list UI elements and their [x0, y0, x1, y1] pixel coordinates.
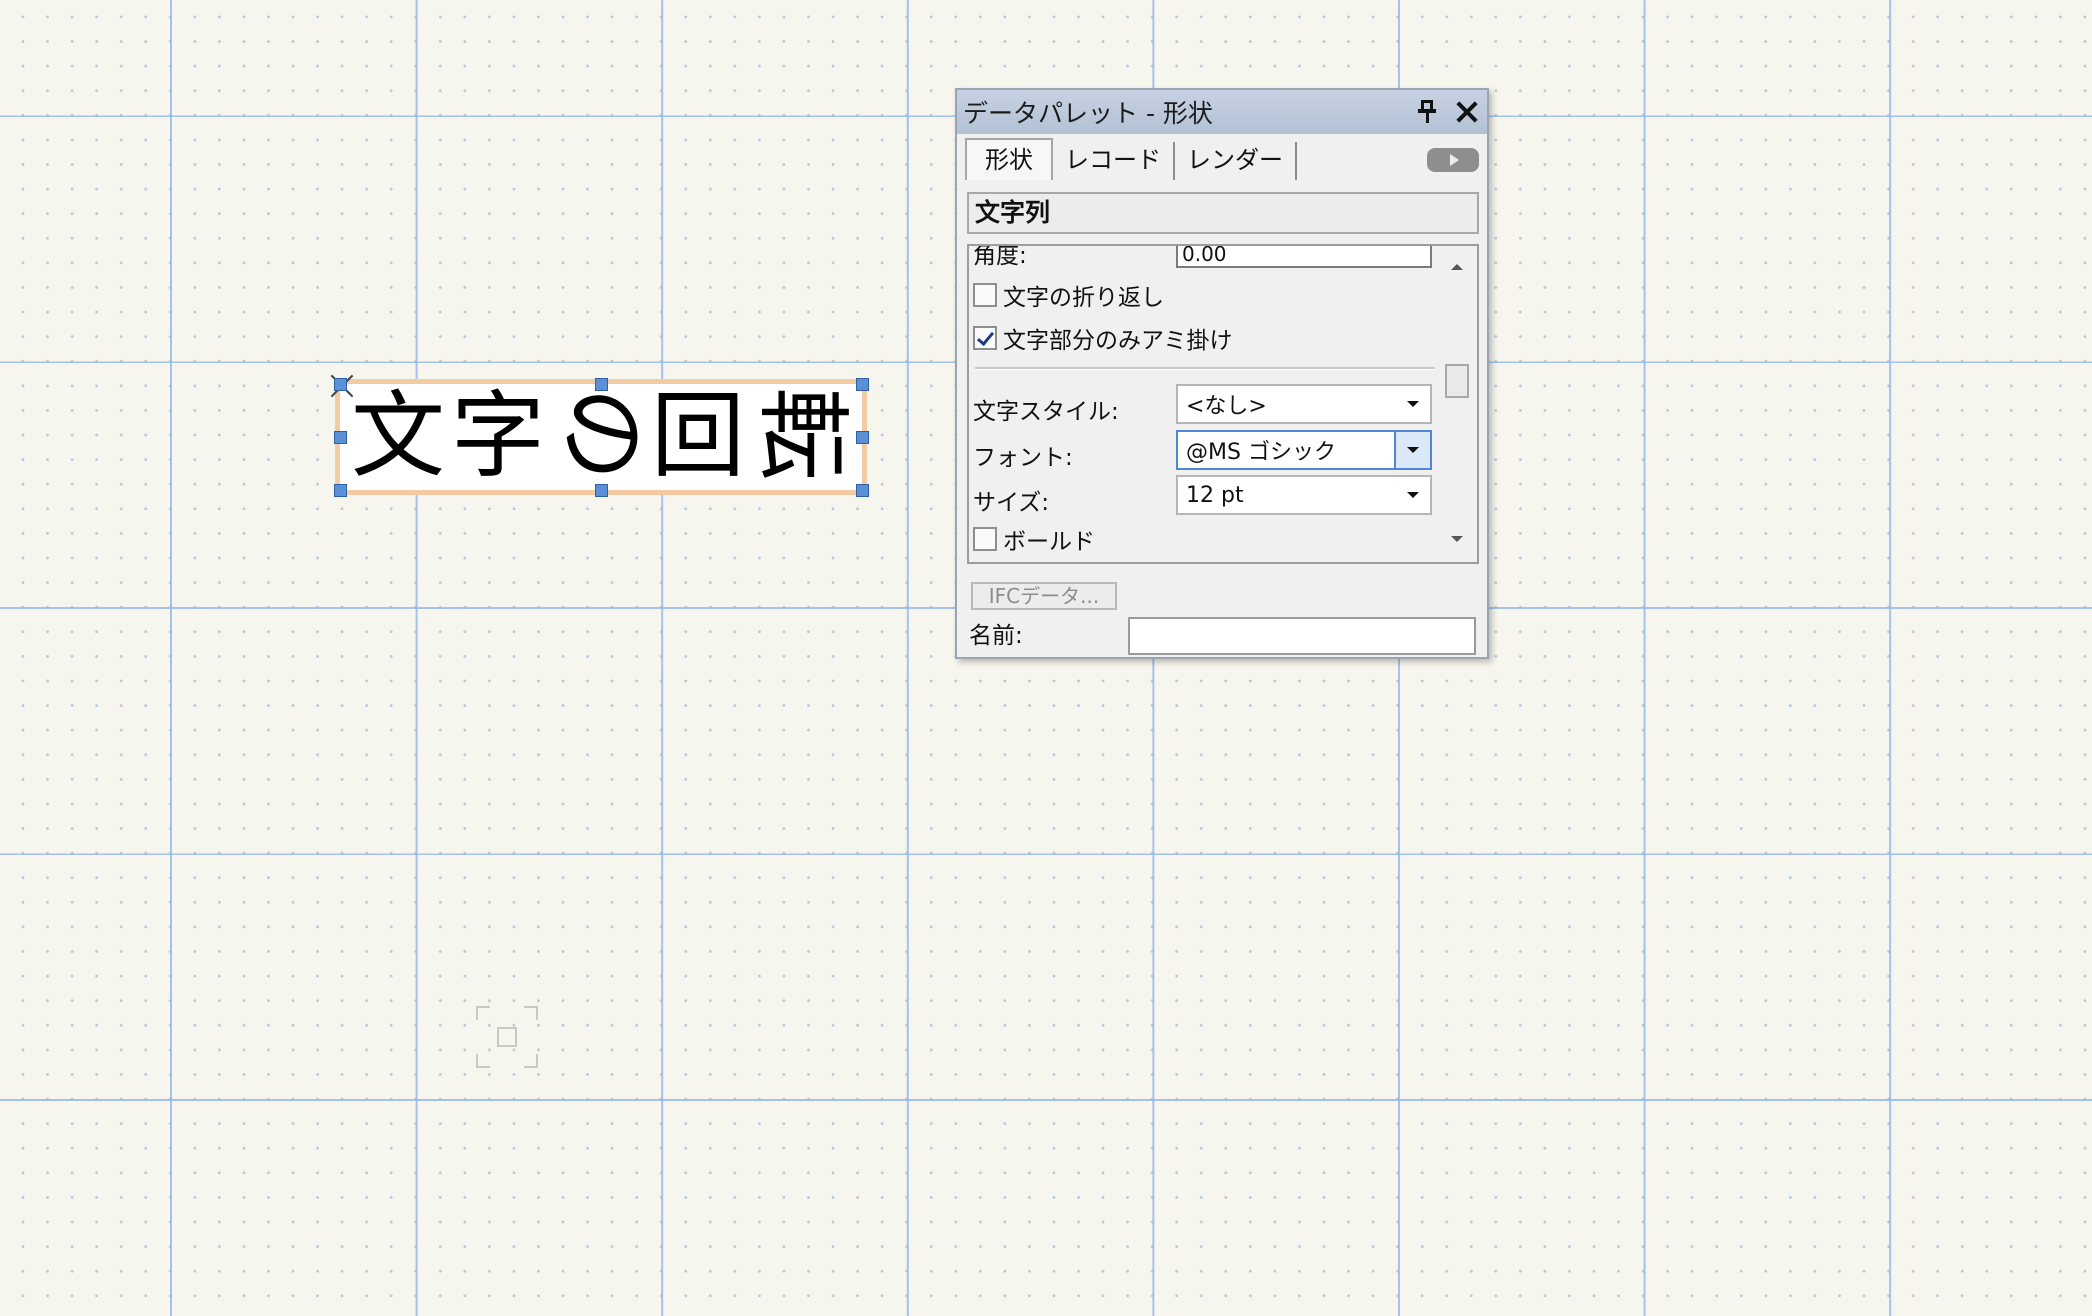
- text-char: 文: [350, 382, 451, 491]
- divider: [975, 367, 1435, 370]
- pin-button[interactable]: [1407, 92, 1447, 132]
- size-label: サイズ:: [973, 490, 1050, 516]
- vertical-scrollbar[interactable]: [1439, 246, 1477, 562]
- tab-shape[interactable]: 形状: [965, 138, 1053, 180]
- font-value: @MS ゴシック: [1186, 440, 1336, 465]
- text-char: 字: [450, 382, 551, 491]
- hatch-text-checkbox-row[interactable]: 文字部分のみアミ掛け: [973, 321, 1233, 355]
- rotated-text-object[interactable]: 文字の回転: [335, 379, 867, 495]
- scrollbar-thumb[interactable]: [1445, 364, 1469, 398]
- font-select[interactable]: @MS ゴシック: [1176, 430, 1432, 470]
- data-palette[interactable]: データパレット - 形状 形状 レコード レンダー 文字列 角度: 0.00 文…: [955, 88, 1489, 659]
- selection-handle-bottom[interactable]: [595, 484, 608, 497]
- properties-scroll-area[interactable]: 角度: 0.00 文字の折り返し 文字部分のみアミ掛け 文字スタイル: <なし>…: [967, 244, 1479, 564]
- hatch-text-label: 文字部分のみアミ掛け: [1003, 328, 1233, 354]
- size-select[interactable]: 12 pt: [1176, 475, 1432, 515]
- selection-handle-top-right[interactable]: [856, 378, 869, 391]
- selection-handle-bottom-right[interactable]: [856, 484, 869, 497]
- close-button[interactable]: [1447, 92, 1487, 132]
- text-style-value: <なし>: [1186, 394, 1267, 419]
- wrap-text-label: 文字の折り返し: [1003, 285, 1164, 311]
- palette-titlebar[interactable]: データパレット - 形状: [957, 90, 1487, 134]
- bold-checkbox[interactable]: [973, 527, 997, 551]
- text-style-select[interactable]: <なし>: [1176, 384, 1432, 424]
- angle-field[interactable]: 0.00: [1176, 246, 1432, 268]
- ifc-data-button[interactable]: IFCデータ...: [971, 582, 1117, 610]
- close-icon: [1456, 101, 1478, 123]
- palette-title: データパレット - 形状: [963, 99, 1213, 128]
- text-char: 転: [747, 386, 857, 488]
- tab-record[interactable]: レコード: [1053, 142, 1175, 180]
- chevron-down-icon[interactable]: [1394, 432, 1430, 468]
- scroll-down-icon[interactable]: [1451, 536, 1463, 542]
- size-value: 12 pt: [1186, 482, 1244, 508]
- bold-label: ボールド: [1003, 529, 1095, 555]
- name-field[interactable]: [1128, 617, 1476, 655]
- font-label: フォント:: [973, 445, 1073, 471]
- name-label: 名前:: [969, 623, 1023, 649]
- hatch-text-checkbox[interactable]: [973, 326, 997, 350]
- selection-handle-right[interactable]: [856, 431, 869, 444]
- angle-label: 角度:: [973, 244, 1027, 269]
- text-object-content: 文字の回転: [350, 382, 857, 491]
- selection-handle-top-left[interactable]: [334, 378, 347, 391]
- expand-arrow-button[interactable]: [1427, 148, 1479, 172]
- text-style-label: 文字スタイル:: [973, 399, 1119, 425]
- scroll-up-icon[interactable]: [1451, 264, 1463, 270]
- bold-checkbox-row[interactable]: ボールド: [973, 522, 1095, 556]
- selection-handle-top[interactable]: [595, 378, 608, 391]
- tab-render[interactable]: レンダー: [1175, 142, 1297, 180]
- text-char: の: [546, 386, 656, 488]
- text-char: 回: [651, 382, 752, 491]
- chevron-down-icon[interactable]: [1396, 386, 1430, 422]
- expand-arrow-icon: [1450, 154, 1459, 166]
- selection-handle-left[interactable]: [334, 431, 347, 444]
- palette-tabs: 形状 レコード レンダー: [965, 138, 1479, 180]
- section-header-string: 文字列: [967, 192, 1479, 234]
- selection-handle-bottom-left[interactable]: [334, 484, 347, 497]
- pin-icon: [1418, 100, 1436, 124]
- wrap-text-checkbox-row[interactable]: 文字の折り返し: [973, 278, 1164, 312]
- chevron-down-icon[interactable]: [1396, 477, 1430, 513]
- snap-cursor-icon: [476, 1006, 538, 1068]
- wrap-text-checkbox[interactable]: [973, 283, 997, 307]
